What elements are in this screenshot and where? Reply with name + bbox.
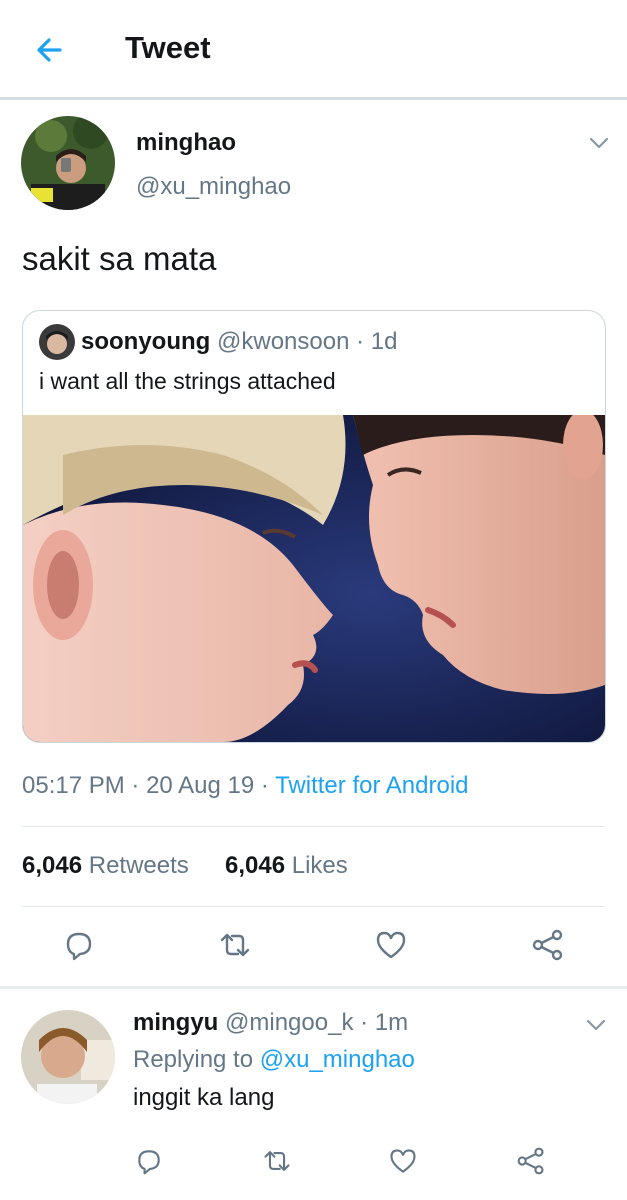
quoted-text: i want all the strings attached — [39, 368, 336, 394]
back-button[interactable] — [30, 30, 70, 70]
reply-retweet-button[interactable] — [262, 1146, 292, 1176]
reply-button[interactable] — [62, 928, 96, 962]
reply-icon — [138, 1150, 160, 1175]
tweet-menu-button[interactable] — [586, 130, 612, 156]
heart-icon — [390, 1149, 416, 1173]
quoted-author-name: soonyoung — [81, 328, 211, 355]
retweets-label: Retweets — [88, 852, 189, 879]
top-bar — [0, 0, 627, 97]
reply-reply-button[interactable] — [134, 1146, 164, 1176]
likes-count: 6,046 — [225, 852, 286, 879]
replying-to-handle[interactable]: @xu_minghao — [260, 1046, 415, 1073]
retweet-icon — [220, 933, 250, 957]
quoted-author-avatar — [39, 324, 75, 360]
reply-time: · 1m — [360, 1009, 409, 1036]
avatar-photo — [21, 116, 115, 210]
media-photo — [23, 410, 605, 742]
likes-stat[interactable]: 6,046 Likes — [225, 852, 348, 880]
divider — [22, 906, 605, 907]
reply-author-name[interactable]: mingyu — [133, 1009, 218, 1036]
tweet-date: 20 Aug 19 — [146, 772, 255, 799]
reply-header: mingyu @mingoo_k · 1m — [133, 1009, 408, 1037]
replying-to: Replying to @xu_minghao — [133, 1046, 415, 1074]
author-handle[interactable]: @xu_minghao — [136, 173, 291, 201]
section-divider — [0, 986, 627, 989]
reply-author-avatar[interactable] — [21, 1010, 115, 1104]
retweet-icon — [264, 1151, 290, 1171]
chevron-down-icon — [589, 137, 609, 149]
retweet-button[interactable] — [218, 928, 252, 962]
quoted-tweet-card[interactable]: soonyoung @kwonsoon · 1d i want all the … — [22, 310, 606, 743]
quoted-media-image[interactable] — [23, 410, 605, 742]
reply-author-handle[interactable]: @mingoo_k — [225, 1009, 353, 1036]
tweet-source-link[interactable]: Twitter for Android — [275, 772, 468, 799]
tweet-time: 05:17 PM — [22, 772, 125, 799]
author-avatar[interactable] — [21, 116, 115, 210]
chevron-down-icon — [586, 1019, 606, 1031]
share-button[interactable] — [531, 928, 565, 962]
avatar-photo — [21, 1010, 115, 1104]
likes-label: Likes — [291, 852, 348, 879]
reply-icon — [66, 932, 92, 961]
tweet-meta: 05:17 PM · 20 Aug 19 · Twitter for Andro… — [22, 772, 469, 800]
meta-separator: · — [131, 772, 140, 799]
reply-text: inggit ka lang — [133, 1084, 275, 1111]
like-button[interactable] — [374, 928, 408, 962]
retweets-count: 6,046 — [22, 852, 83, 879]
meta-separator: · — [260, 772, 269, 799]
share-icon — [532, 929, 563, 961]
header-divider — [0, 97, 627, 100]
retweets-stat[interactable]: 6,046 Retweets — [22, 852, 189, 880]
author-name[interactable]: minghao — [136, 129, 236, 157]
quoted-author-handle: @kwonsoon — [217, 328, 350, 355]
tweet-text: sakit sa mata — [22, 240, 217, 277]
share-icon — [517, 1147, 544, 1175]
reply-menu-button[interactable] — [583, 1012, 609, 1038]
replying-to-label: Replying to — [133, 1046, 254, 1073]
reply-like-button[interactable] — [388, 1146, 418, 1176]
arrow-left-icon — [37, 38, 62, 62]
page-title: Tweet — [125, 30, 211, 65]
heart-icon — [376, 931, 406, 959]
divider — [22, 826, 605, 827]
avatar-photo — [39, 324, 75, 360]
quoted-header: soonyoung @kwonsoon · 1d — [81, 328, 397, 356]
reply-share-button[interactable] — [516, 1146, 546, 1176]
quoted-time: · 1d — [356, 328, 398, 355]
